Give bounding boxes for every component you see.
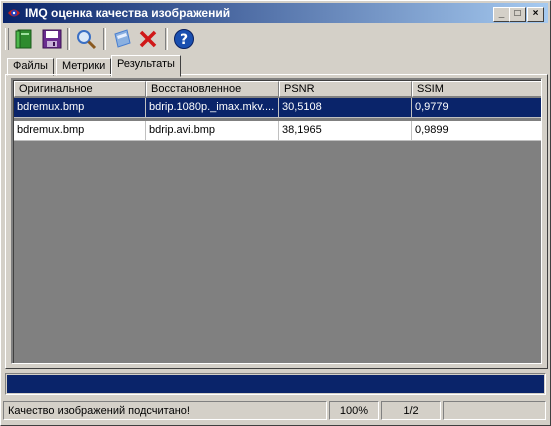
- cell-psnr: 30,5108: [279, 98, 412, 118]
- close-icon: ×: [532, 8, 539, 19]
- tab-strip: Файлы Метрики Результаты: [5, 55, 545, 77]
- help-button[interactable]: ?: [171, 26, 197, 52]
- save-button[interactable]: [39, 26, 65, 52]
- column-header-psnr[interactable]: PSNR: [279, 81, 412, 97]
- column-header-original[interactable]: Оригинальное: [14, 81, 146, 97]
- minimize-icon: _: [498, 8, 505, 19]
- save-icon: [42, 29, 62, 49]
- help-icon: ?: [174, 29, 194, 49]
- progress-bar: [5, 373, 546, 395]
- calculate-button[interactable]: [109, 26, 135, 52]
- cell-restored: bdrip.avi.bmp: [146, 121, 279, 141]
- status-percent: 100%: [329, 401, 379, 420]
- toolbar: ?: [5, 25, 545, 53]
- cell-original: bdremux.bmp: [14, 121, 146, 141]
- table-row[interactable]: bdremux.bmp bdrip.avi.bmp 38,1965 0,9899: [14, 121, 541, 141]
- delete-icon: [139, 30, 157, 48]
- toolbar-separator: [165, 28, 168, 50]
- calculator-icon: [114, 29, 131, 48]
- delete-button[interactable]: [135, 26, 161, 52]
- cell-restored: bdrip.1080p._imax.mkv....: [146, 98, 279, 118]
- open-button[interactable]: [11, 26, 37, 52]
- maximize-button[interactable]: □: [509, 7, 526, 22]
- app-icon: [8, 9, 20, 17]
- progress-fill: [7, 375, 544, 393]
- status-bar: Качество изображений подсчитано! 100% 1/…: [3, 399, 548, 423]
- svg-text:?: ?: [180, 32, 188, 48]
- maximize-icon: □: [514, 8, 521, 19]
- toolbar-separator: [67, 28, 70, 50]
- minimize-button[interactable]: _: [493, 7, 510, 22]
- cell-original: bdremux.bmp: [14, 98, 146, 118]
- app-window: IMQ оценка качества изображений _ □ × ? …: [0, 0, 551, 426]
- grid-header: Оригинальное Восстановленное PSNR SSIM: [14, 81, 541, 97]
- open-book-icon: [15, 29, 32, 49]
- status-extra: [443, 401, 546, 420]
- close-button[interactable]: ×: [527, 7, 544, 22]
- toolbar-grip[interactable]: [5, 28, 9, 50]
- column-header-restored[interactable]: Восстановленное: [146, 81, 279, 97]
- status-message: Качество изображений подсчитано!: [3, 401, 327, 420]
- results-panel: Оригинальное Восстановленное PSNR SSIM b…: [5, 74, 548, 369]
- search-button[interactable]: [73, 26, 99, 52]
- table-row[interactable]: bdremux.bmp bdrip.1080p._imax.mkv.... 30…: [14, 98, 541, 118]
- search-icon: [77, 30, 97, 50]
- window-title: IMQ оценка качества изображений: [25, 6, 231, 20]
- cell-ssim: 0,9899: [412, 121, 541, 141]
- results-grid[interactable]: Оригинальное Восстановленное PSNR SSIM b…: [11, 78, 542, 364]
- tab-results[interactable]: Результаты: [111, 55, 181, 77]
- status-count: 1/2: [381, 401, 441, 420]
- cell-psnr: 38,1965: [279, 121, 412, 141]
- column-header-ssim[interactable]: SSIM: [412, 81, 541, 97]
- title-bar[interactable]: IMQ оценка качества изображений _ □ ×: [3, 3, 548, 23]
- toolbar-separator: [103, 28, 106, 50]
- cell-ssim: 0,9779: [412, 98, 541, 118]
